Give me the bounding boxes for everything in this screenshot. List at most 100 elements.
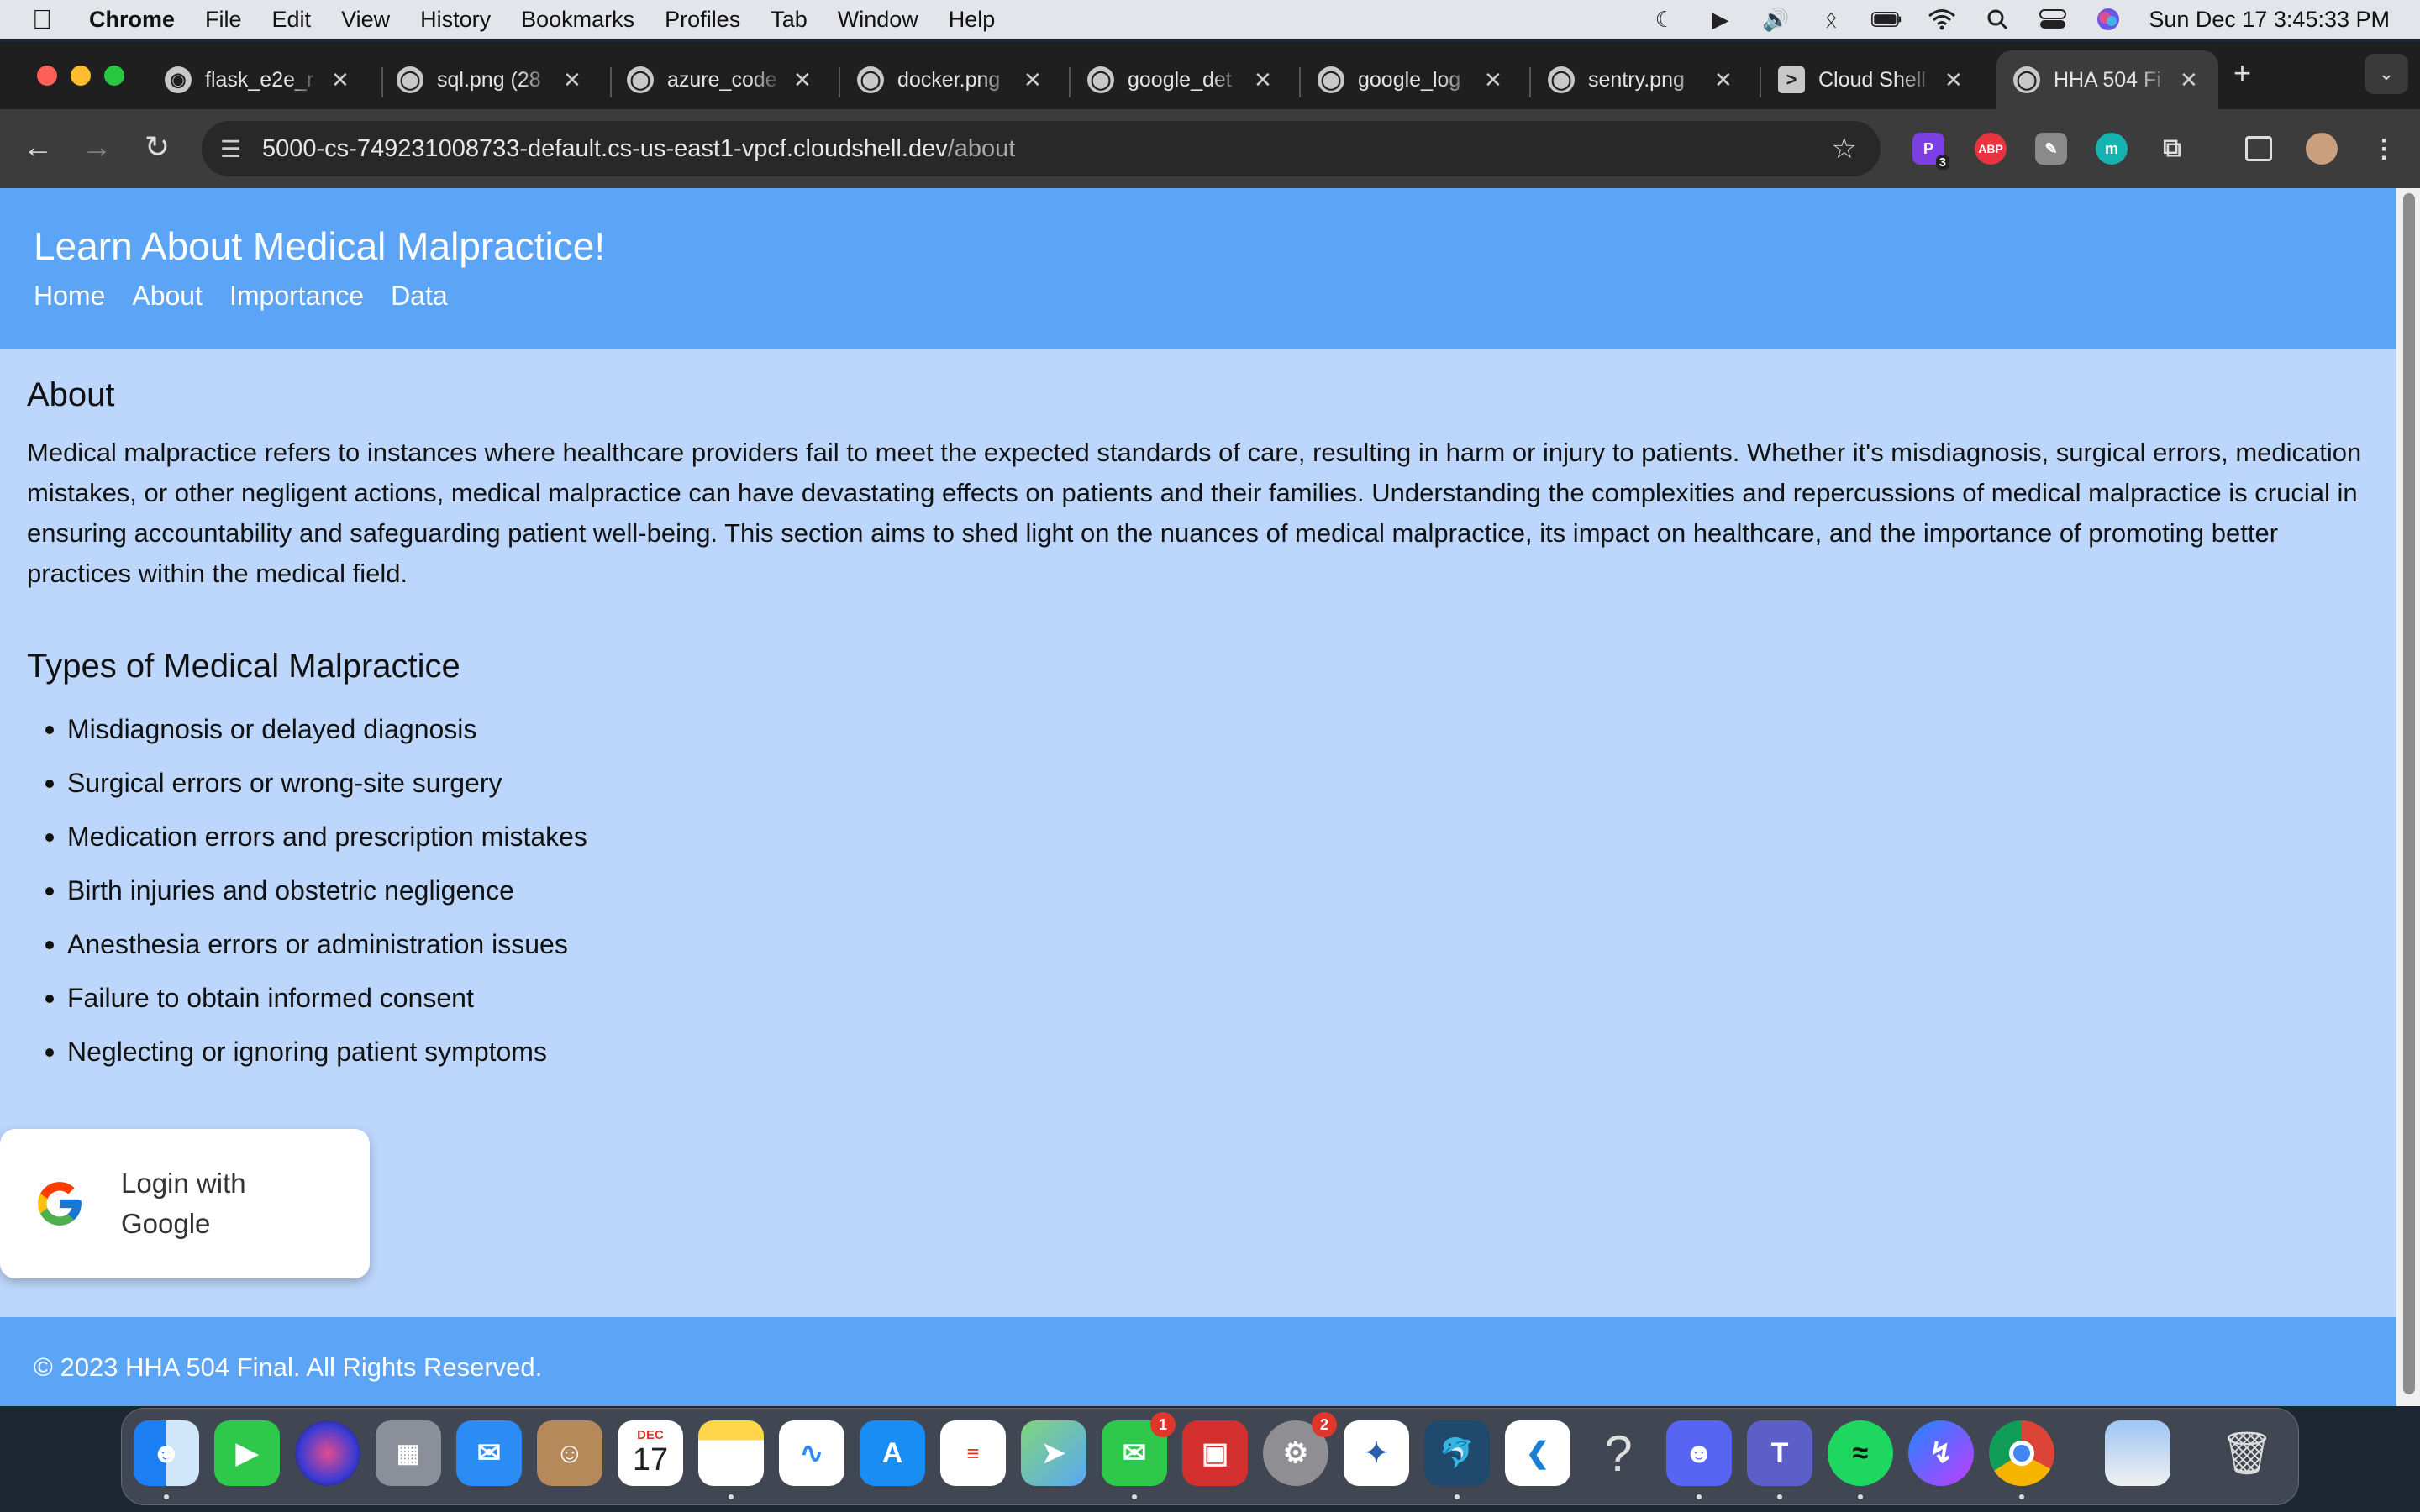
- login-with-google-button[interactable]: Login with Google: [0, 1129, 370, 1278]
- messenger-icon[interactable]: ↯: [1908, 1420, 1974, 1486]
- address-bar[interactable]: ☰ 5000-cs-749231008733-default.cs-us-eas…: [202, 121, 1881, 176]
- extensions-puzzle-icon[interactable]: ⧉: [2156, 133, 2188, 165]
- tab-search-button[interactable]: ⌄: [2365, 54, 2408, 94]
- menu-edit[interactable]: Edit: [272, 7, 312, 33]
- forward-icon[interactable]: →: [76, 126, 118, 168]
- help-icon[interactable]: ?: [1586, 1420, 1651, 1486]
- control-center-icon[interactable]: [2038, 7, 2068, 32]
- profile-avatar[interactable]: [2306, 133, 2338, 165]
- reload-icon[interactable]: ↻: [136, 126, 178, 168]
- finder-icon[interactable]: ☻: [134, 1420, 199, 1486]
- freeform-icon[interactable]: ∿: [779, 1420, 844, 1486]
- close-tab-icon[interactable]: ✕: [1023, 67, 1042, 93]
- nav-data[interactable]: Data: [391, 281, 448, 312]
- nav-importance[interactable]: Importance: [229, 281, 364, 312]
- zoom-window-button[interactable]: [104, 66, 124, 86]
- menu-profiles[interactable]: Profiles: [665, 7, 740, 33]
- battery-icon[interactable]: [1871, 7, 1902, 32]
- tab-google-log[interactable]: ◯ google_log ✕: [1318, 54, 1519, 106]
- close-tab-icon[interactable]: ✕: [2180, 67, 2198, 93]
- spotify-icon[interactable]: ≈: [1828, 1420, 1893, 1486]
- discord-icon[interactable]: ☻: [1666, 1420, 1732, 1486]
- chrome-menu-icon[interactable]: ⋮: [2368, 133, 2400, 165]
- menu-window[interactable]: Window: [838, 7, 918, 33]
- menu-tab[interactable]: Tab: [771, 7, 808, 33]
- site-header: Learn About Medical Malpractice! Home Ab…: [0, 188, 2396, 349]
- play-circle-icon[interactable]: ▶: [1705, 7, 1735, 32]
- bluetooth-icon[interactable]: ᛟ: [1816, 7, 1846, 32]
- mail-icon[interactable]: ✉: [456, 1420, 522, 1486]
- close-tab-icon[interactable]: ✕: [1714, 67, 1733, 93]
- menubar-clock[interactable]: Sun Dec 17 3:45:33 PM: [2149, 7, 2390, 33]
- notes-icon[interactable]: [698, 1420, 764, 1486]
- maps-icon[interactable]: ➤: [1021, 1420, 1086, 1486]
- moon-icon[interactable]: ☾: [1649, 7, 1680, 32]
- tab-title: google_log: [1358, 67, 1461, 92]
- browser-toolbar: ← → ↻ ☰ 5000-cs-749231008733-default.cs-…: [0, 109, 2420, 188]
- photo-booth-icon[interactable]: ▣: [1182, 1420, 1248, 1486]
- facetime-icon[interactable]: ▶: [214, 1420, 280, 1486]
- nav-home[interactable]: Home: [34, 281, 105, 312]
- tab-sql[interactable]: ◯ sql.png (28 ✕: [397, 54, 598, 106]
- scrollbar-thumb[interactable]: [2403, 193, 2415, 1394]
- close-tab-icon[interactable]: ✕: [1484, 67, 1502, 93]
- siri-icon[interactable]: [2093, 7, 2123, 32]
- tableau-icon[interactable]: ✦: [1344, 1420, 1409, 1486]
- site-info-icon[interactable]: ☰: [220, 135, 245, 163]
- back-icon[interactable]: ←: [17, 126, 59, 168]
- apple-icon[interactable]: : [32, 4, 66, 35]
- mention-extension-icon[interactable]: m: [2096, 133, 2128, 165]
- trash-icon[interactable]: 🗑: [2214, 1420, 2280, 1486]
- adblock-extension-icon[interactable]: ABP: [1975, 133, 2007, 165]
- list-item: Birth injuries and obstetric negligence: [27, 864, 2371, 917]
- app-store-icon[interactable]: A: [860, 1420, 925, 1486]
- nav-about[interactable]: About: [132, 281, 203, 312]
- close-tab-icon[interactable]: ✕: [1254, 67, 1272, 93]
- teams-icon[interactable]: T: [1747, 1420, 1812, 1486]
- bookmark-star-icon[interactable]: ☆: [1832, 132, 1857, 165]
- menu-file[interactable]: File: [205, 7, 242, 33]
- reminders-icon[interactable]: ≡: [940, 1420, 1006, 1486]
- chrome-center-icon: [2009, 1441, 2034, 1466]
- reader-extension-icon[interactable]: ✎: [2035, 133, 2067, 165]
- tab-hha-504-active[interactable]: ◯ HHA 504 Fi ✕: [1996, 50, 2218, 109]
- siri-icon[interactable]: [295, 1420, 360, 1486]
- tab-flask[interactable]: ◉ flask_e2e_r ✕: [165, 54, 366, 106]
- tab-google-det[interactable]: ◯ google_det ✕: [1087, 54, 1289, 106]
- tab-sentry[interactable]: ◯ sentry.png ✕: [1548, 54, 1749, 106]
- pocket-extension-icon[interactable]: P3: [1912, 133, 1949, 170]
- url-text[interactable]: 5000-cs-749231008733-default.cs-us-east1…: [262, 135, 1015, 163]
- mysql-workbench-icon[interactable]: 🐬: [1424, 1420, 1490, 1486]
- menu-app-name[interactable]: Chrome: [89, 7, 175, 33]
- tab-azure[interactable]: ◯ azure_code ✕: [627, 54, 829, 106]
- close-tab-icon[interactable]: ✕: [793, 67, 812, 93]
- close-tab-icon[interactable]: ✕: [563, 67, 581, 93]
- system-settings-icon[interactable]: ⚙ 2: [1263, 1412, 1337, 1486]
- messages-icon[interactable]: ✉ 1: [1102, 1412, 1176, 1486]
- new-tab-button[interactable]: +: [2233, 55, 2251, 91]
- globe-icon: ◯: [627, 66, 654, 93]
- tab-docker[interactable]: ◯ docker.png ✕: [857, 54, 1059, 106]
- menu-view[interactable]: View: [341, 7, 390, 33]
- close-tab-icon[interactable]: ✕: [331, 67, 350, 93]
- preview-image-icon[interactable]: [2105, 1420, 2170, 1486]
- tab-cloud-shell[interactable]: > Cloud Shell ✕: [1778, 54, 1980, 106]
- spotlight-icon[interactable]: [1982, 7, 2012, 32]
- close-window-button[interactable]: [37, 66, 57, 86]
- page-scrollbar[interactable]: [2396, 188, 2420, 1406]
- globe-icon: ◯: [1548, 66, 1575, 93]
- chrome-icon[interactable]: [1989, 1420, 2054, 1486]
- vscode-icon[interactable]: ❮: [1505, 1420, 1570, 1486]
- macos-dock: ☻ ▶ ▦ ✉ ☺ DEC 17 ∿ A ≡ ➤ ✉ 1 ▣ ⚙ 2 ✦ 🐬 ❮ ? …: [121, 1408, 2299, 1505]
- calendar-icon[interactable]: DEC 17: [618, 1420, 683, 1486]
- launchpad-icon[interactable]: ▦: [376, 1420, 441, 1486]
- wifi-icon[interactable]: [1927, 7, 1957, 32]
- contacts-icon[interactable]: ☺: [537, 1420, 602, 1486]
- menu-help[interactable]: Help: [949, 7, 996, 33]
- minimize-window-button[interactable]: [71, 66, 91, 86]
- menu-bookmarks[interactable]: Bookmarks: [521, 7, 634, 33]
- close-tab-icon[interactable]: ✕: [1944, 67, 1963, 93]
- side-panel-icon[interactable]: [2245, 136, 2272, 161]
- volume-icon[interactable]: 🔊: [1760, 7, 1791, 32]
- menu-history[interactable]: History: [420, 7, 491, 33]
